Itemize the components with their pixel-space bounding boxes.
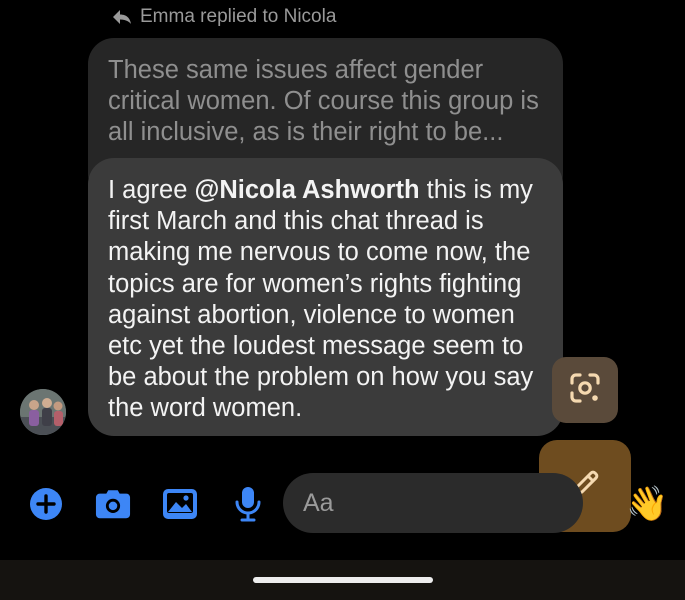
microphone-icon[interactable] <box>230 486 266 522</box>
message-bubble[interactable]: I agree @Nicola Ashworth this is my firs… <box>88 158 563 436</box>
plus-icon[interactable] <box>28 486 64 522</box>
lens-icon <box>568 371 602 410</box>
reply-header: Emma replied to Nicola <box>112 4 336 30</box>
wave-emoji-icon[interactable]: 👋 <box>626 484 668 524</box>
message-input-placeholder: Aa <box>303 488 334 517</box>
message-text: I agree @Nicola Ashworth this is my firs… <box>108 175 543 425</box>
message-input[interactable]: Aa <box>283 473 583 533</box>
gallery-icon[interactable] <box>162 486 198 522</box>
message-prefix: I agree <box>108 176 195 204</box>
camera-icon[interactable] <box>95 486 131 522</box>
system-navigation-bar <box>0 560 685 600</box>
visual-search-button[interactable] <box>552 357 618 423</box>
mention-link[interactable]: @Nicola Ashworth <box>194 176 419 204</box>
composer-bar: Aa 👋 <box>0 470 685 540</box>
reply-arrow-icon <box>112 9 132 25</box>
quoted-message-text: These same issues affect gender critical… <box>108 56 539 146</box>
avatar[interactable] <box>20 389 66 435</box>
reply-header-text: Emma replied to Nicola <box>140 6 337 27</box>
home-indicator[interactable] <box>253 577 433 583</box>
message-body: this is my first March and this chat thr… <box>108 176 534 423</box>
